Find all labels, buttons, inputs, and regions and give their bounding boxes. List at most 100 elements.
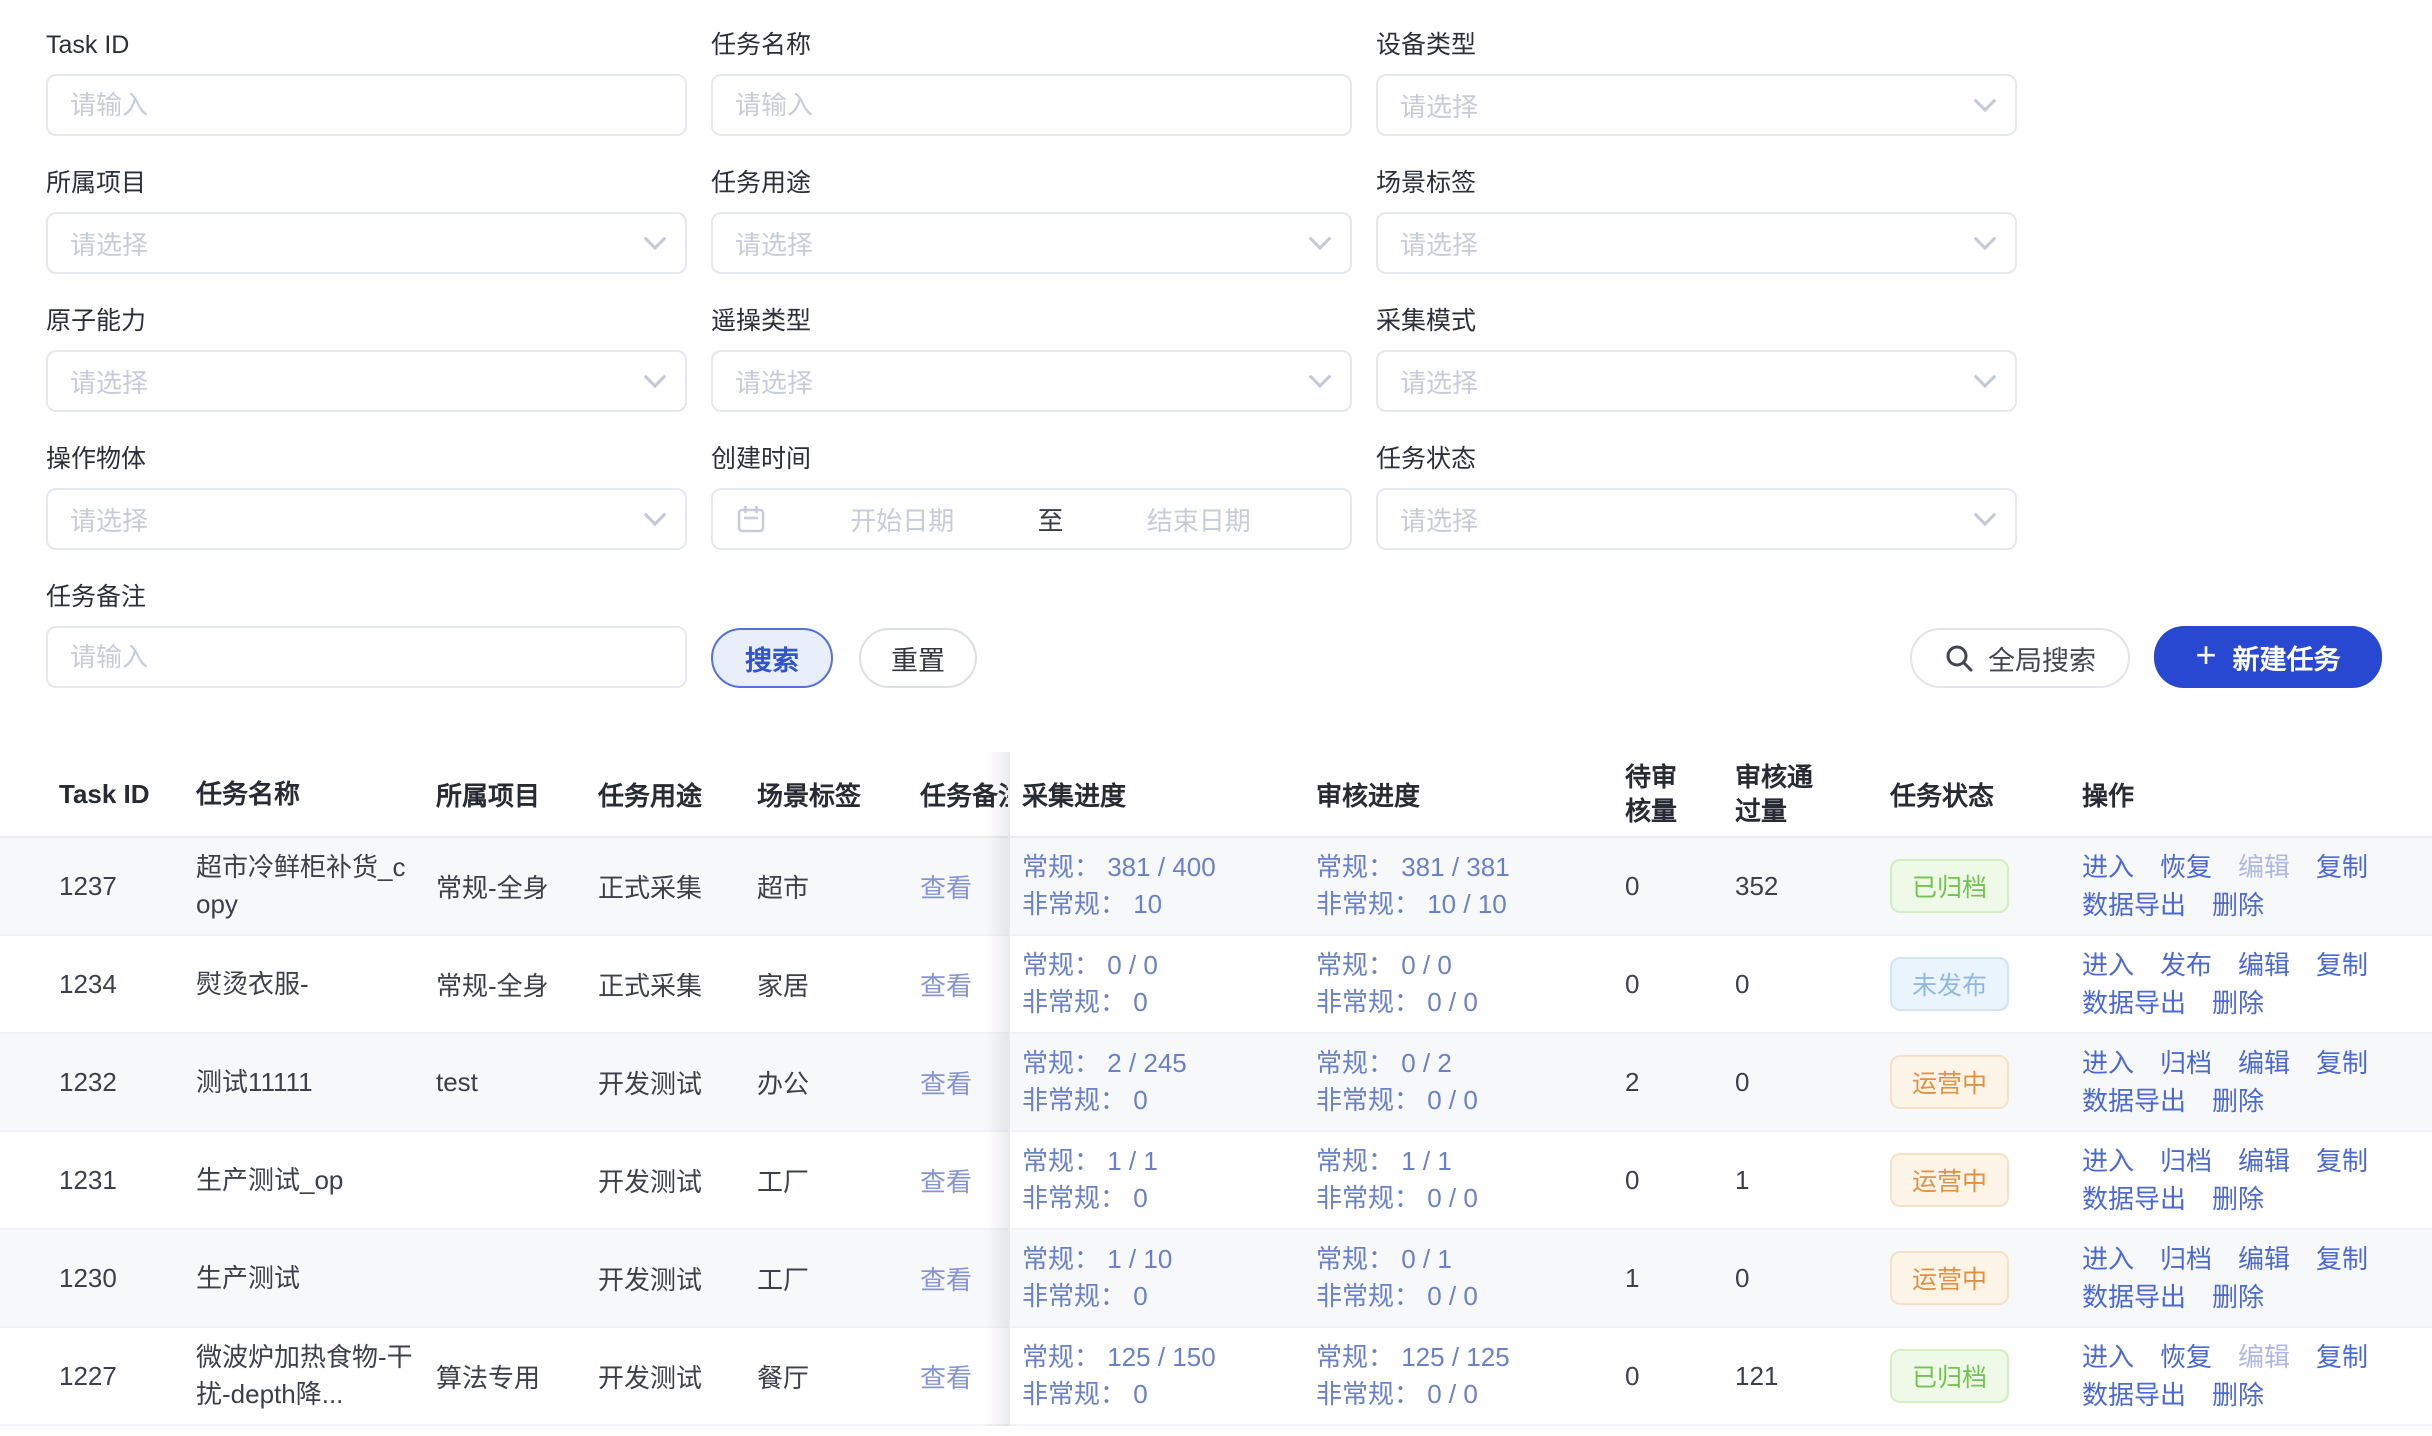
header-actions: 操作: [2082, 776, 2418, 813]
select-input[interactable]: 请选择: [46, 488, 687, 550]
cell-task-id: 1237: [0, 871, 196, 902]
view-note-link[interactable]: 查看: [920, 1069, 972, 1099]
cell-review-passed-count: 121: [1735, 1361, 1890, 1392]
action-link[interactable]: 恢复: [2160, 1338, 2212, 1376]
action-link[interactable]: 归档: [2160, 1044, 2212, 1082]
action-link[interactable]: 归档: [2160, 1142, 2212, 1180]
select-input[interactable]: 请选择: [1376, 74, 2017, 136]
text-input[interactable]: [711, 74, 1352, 136]
view-note-link[interactable]: 查看: [920, 971, 972, 1001]
select-input[interactable]: 请选择: [1376, 212, 2017, 274]
global-search-button[interactable]: 全局搜索: [1910, 628, 2130, 688]
action-link[interactable]: 进入: [2082, 1240, 2134, 1278]
status-badge: 运营中: [1890, 1055, 2009, 1109]
select-input[interactable]: 请选择: [1376, 350, 2017, 412]
action-link[interactable]: 复制: [2316, 1044, 2368, 1082]
select-input[interactable]: 请选择: [46, 212, 687, 274]
action-link[interactable]: 复制: [2316, 1240, 2368, 1278]
table-row: 1231 生产测试_op 开发测试 工厂 查看 常规： 1 / 1非常规： 0 …: [0, 1132, 2432, 1230]
cell-collect-progress: 常规： 1 / 1非常规： 0: [1008, 1143, 1316, 1217]
progress-text: 非常规： 0 / 0: [1316, 1082, 1625, 1119]
view-note-link[interactable]: 查看: [920, 873, 972, 903]
select-placeholder: 请选择: [1400, 363, 1478, 400]
select-placeholder: 请选择: [735, 363, 813, 400]
cell-task-id: 1227: [0, 1361, 196, 1392]
start-date-placeholder[interactable]: 开始日期: [773, 501, 1032, 538]
plus-icon: +: [2195, 637, 2216, 673]
filter-field-label: 场景标签: [1376, 168, 2017, 198]
action-link[interactable]: 删除: [2212, 1278, 2264, 1316]
cell-task-id: 1232: [0, 1067, 196, 1098]
cell-task-name: 测试11111: [196, 1064, 436, 1101]
filter-field-label: 设备类型: [1376, 30, 2017, 60]
date-range-input[interactable]: 开始日期 至 结束日期: [711, 488, 1352, 550]
action-link[interactable]: 归档: [2160, 1240, 2212, 1278]
action-link[interactable]: 编辑: [2238, 946, 2290, 984]
action-link[interactable]: 复制: [2316, 946, 2368, 984]
view-note-link[interactable]: 查看: [920, 1167, 972, 1197]
text-input[interactable]: [46, 626, 687, 688]
action-link[interactable]: 恢复: [2160, 848, 2212, 886]
end-date-placeholder[interactable]: 结束日期: [1070, 501, 1329, 538]
action-link[interactable]: 进入: [2082, 1142, 2134, 1180]
cell-purpose: 开发测试: [598, 1064, 757, 1101]
action-link[interactable]: 删除: [2212, 984, 2264, 1022]
progress-text: 常规： 0 / 0: [1022, 947, 1316, 984]
filter-actions-row: 任务备注 搜索 重置 全局搜索 + 新建任务: [46, 582, 2432, 688]
search-button[interactable]: 搜索: [711, 628, 833, 688]
action-link[interactable]: 编辑: [2238, 1142, 2290, 1180]
header-task-status: 任务状态: [1890, 776, 2082, 813]
action-link[interactable]: 数据导出: [2082, 1376, 2186, 1414]
action-link[interactable]: 进入: [2082, 848, 2134, 886]
action-link[interactable]: 发布: [2160, 946, 2212, 984]
action-link[interactable]: 编辑: [2238, 1240, 2290, 1278]
cell-purpose: 开发测试: [598, 1162, 757, 1199]
action-link[interactable]: 数据导出: [2082, 984, 2186, 1022]
action-link[interactable]: 编辑: [2238, 1044, 2290, 1082]
text-input-box[interactable]: [735, 90, 1328, 121]
new-task-button[interactable]: + 新建任务: [2154, 626, 2382, 688]
cell-review-progress: 常规： 125 / 125非常规： 0 / 0: [1316, 1339, 1625, 1413]
action-link[interactable]: 进入: [2082, 1044, 2134, 1082]
action-link[interactable]: 进入: [2082, 946, 2134, 984]
table-body: 1237 超市冷鲜柜补货_copy 常规-全身 正式采集 超市 查看 常规： 3…: [0, 838, 2432, 1426]
view-note-link[interactable]: 查看: [920, 1265, 972, 1295]
progress-text: 常规： 0 / 2: [1316, 1045, 1625, 1082]
cell-collect-progress: 常规： 2 / 245非常规： 0: [1008, 1045, 1316, 1119]
cell-scene-tag: 办公: [757, 1064, 920, 1101]
chevron-down-icon: [644, 365, 667, 388]
cell-pending-review-count: 0: [1625, 1165, 1735, 1196]
select-placeholder: 请选择: [70, 225, 148, 262]
action-link[interactable]: 删除: [2212, 1082, 2264, 1120]
select-input[interactable]: 请选择: [1376, 488, 2017, 550]
action-link[interactable]: 复制: [2316, 1142, 2368, 1180]
filter-field-label: 所属项目: [46, 168, 687, 198]
action-link[interactable]: 删除: [2212, 1376, 2264, 1414]
task-table: Task ID 任务名称 所属项目 任务用途 场景标签 任务备注 采集进度 审核…: [0, 752, 2432, 1426]
text-input-box[interactable]: [70, 642, 663, 673]
view-note-link[interactable]: 查看: [920, 1363, 972, 1393]
action-link[interactable]: 数据导出: [2082, 1278, 2186, 1316]
header-purpose: 任务用途: [598, 776, 757, 813]
select-input[interactable]: 请选择: [711, 212, 1352, 274]
text-input[interactable]: [46, 74, 687, 136]
reset-button[interactable]: 重置: [859, 628, 977, 688]
task-management-page: Task ID 任务名称 设备类型 请选择 所属项目 请选择 任务用途 请选择 …: [0, 0, 2432, 1436]
cell-scene-tag: 工厂: [757, 1260, 920, 1297]
filter-panel: Task ID 任务名称 设备类型 请选择 所属项目 请选择 任务用途 请选择 …: [0, 0, 2432, 688]
action-link[interactable]: 复制: [2316, 1338, 2368, 1376]
action-link[interactable]: 数据导出: [2082, 1180, 2186, 1218]
select-input[interactable]: 请选择: [711, 350, 1352, 412]
action-link[interactable]: 复制: [2316, 848, 2368, 886]
action-link[interactable]: 进入: [2082, 1338, 2134, 1376]
select-input[interactable]: 请选择: [46, 350, 687, 412]
actions-line1: 进入归档编辑复制: [2082, 1240, 2418, 1278]
action-link[interactable]: 数据导出: [2082, 1082, 2186, 1120]
cell-pending-review-count: 2: [1625, 1067, 1735, 1098]
action-link[interactable]: 删除: [2212, 1180, 2264, 1218]
header-task-note: 任务备注: [920, 776, 1008, 813]
action-link[interactable]: 数据导出: [2082, 886, 2186, 924]
text-input-box[interactable]: [70, 90, 663, 121]
action-link[interactable]: 删除: [2212, 886, 2264, 924]
cell-task-status: 已归档: [1890, 859, 2082, 913]
